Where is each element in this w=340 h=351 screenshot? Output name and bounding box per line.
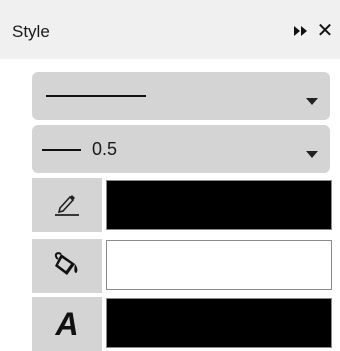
- text-color-button[interactable]: A: [32, 297, 102, 351]
- fill-color-swatch[interactable]: [106, 240, 332, 290]
- close-icon[interactable]: ✕: [314, 20, 336, 42]
- caret-down-icon: [306, 145, 318, 163]
- line-style-dropdown[interactable]: [32, 72, 330, 120]
- caret-down-icon: [306, 92, 318, 110]
- line-style-sample: [46, 95, 146, 97]
- panel-title: Style: [12, 22, 50, 41]
- text-color-swatch[interactable]: [106, 298, 332, 348]
- text-a-icon: A: [55, 305, 79, 342]
- line-width-dropdown[interactable]: 0.5: [32, 125, 330, 173]
- line-width-value: 0.5: [92, 139, 118, 159]
- stroke-color-swatch[interactable]: [106, 180, 332, 230]
- fill-color-button[interactable]: [32, 239, 102, 293]
- panel-header: Style ✕: [0, 0, 340, 59]
- style-panel: Style ✕ 0.5 A: [0, 0, 340, 351]
- paint-bucket-icon: [51, 248, 83, 285]
- line-width-sample: [42, 149, 81, 151]
- double-chevron-right-icon[interactable]: [290, 20, 312, 42]
- stroke-color-button[interactable]: [32, 178, 102, 232]
- pencil-underline-icon: [52, 188, 82, 223]
